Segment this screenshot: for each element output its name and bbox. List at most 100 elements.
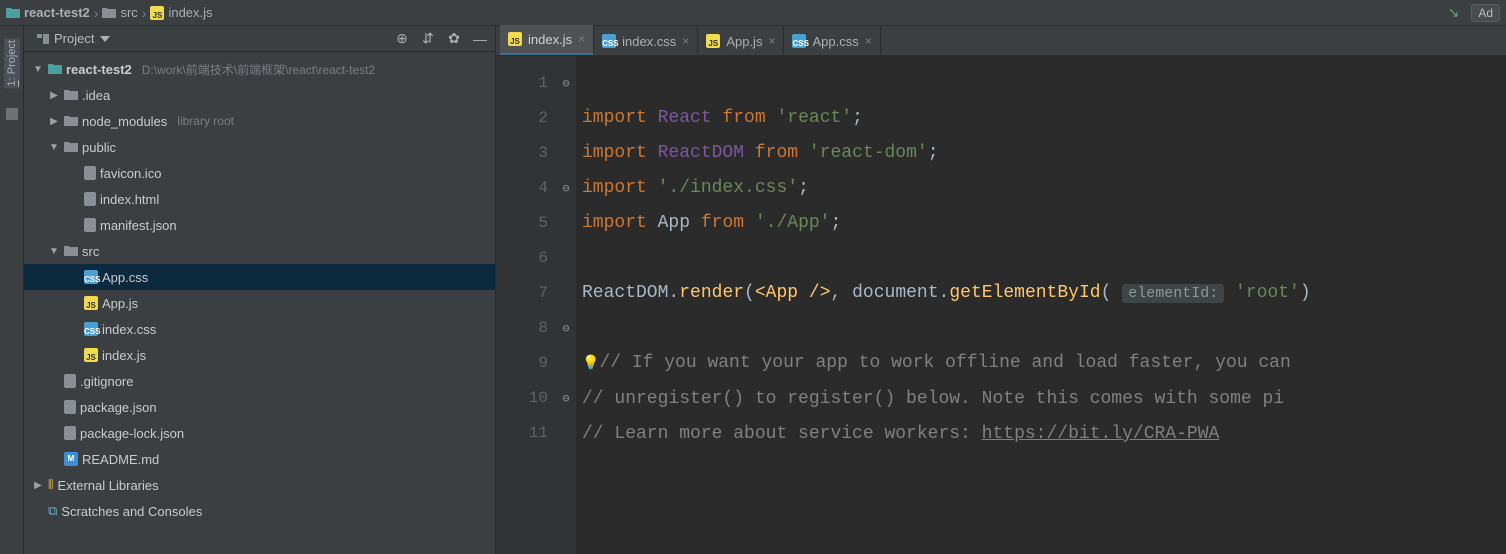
tab-label: App.css — [812, 34, 858, 49]
md-file-icon: M — [64, 452, 78, 466]
fold-gutter[interactable]: ⊖ ⊖ ⊖ ⊖ — [556, 56, 576, 554]
chevron-down-icon — [100, 36, 110, 42]
project-view-selector[interactable]: Project — [34, 31, 110, 46]
parameter-hint: elementId: — [1122, 284, 1224, 303]
tree-item-label: README.md — [82, 452, 159, 467]
tree-item-label: .gitignore — [80, 374, 133, 389]
tool-window-project[interactable]: 1: Project — [4, 38, 20, 88]
scratches-and-consoles[interactable]: ⧉ Scratches and Consoles — [24, 498, 495, 524]
css-file-icon: CSS — [84, 322, 98, 336]
tab-label: index.js — [528, 32, 572, 47]
folder-icon — [64, 141, 78, 153]
line-number: 7 — [496, 276, 548, 311]
tree-item[interactable]: .gitignore — [24, 368, 495, 394]
expand-toggle[interactable]: ▼ — [32, 64, 44, 75]
code-content[interactable]: import React from 'react'; import ReactD… — [576, 56, 1506, 554]
close-icon[interactable]: × — [578, 32, 585, 46]
expand-toggle[interactable]: ▼ — [48, 246, 60, 257]
file-icon — [84, 192, 96, 206]
tree-item[interactable]: ▶.idea — [24, 82, 495, 108]
chevron-right-icon: › — [94, 5, 99, 21]
add-config-button[interactable]: Ad — [1471, 4, 1500, 22]
line-number: 1 — [496, 66, 548, 101]
line-number: 3 — [496, 136, 548, 171]
folder-icon — [64, 89, 78, 101]
breadcrumb-item-file[interactable]: JS index.js — [150, 5, 212, 20]
line-number-gutter: 1234567891011 — [496, 56, 556, 554]
tree-item-label: External Libraries — [57, 478, 158, 493]
expand-toggle[interactable]: ▶ — [48, 90, 60, 101]
tree-item[interactable]: favicon.ico — [24, 160, 495, 186]
fold-marker[interactable]: ⊖ — [556, 66, 576, 101]
project-panel-title: Project — [54, 31, 94, 46]
close-icon[interactable]: × — [768, 34, 775, 48]
tree-item[interactable]: manifest.json — [24, 212, 495, 238]
editor-tab[interactable]: CSS App.css × — [784, 27, 880, 55]
folder-icon — [64, 115, 78, 127]
editor-tab[interactable]: JSApp.js× — [698, 27, 784, 55]
collapse-all-icon[interactable]: ⇵ — [419, 30, 437, 47]
tree-item-label: index.css — [102, 322, 156, 337]
tree-item[interactable]: ▼ public — [24, 134, 495, 160]
expand-toggle[interactable]: ▼ — [48, 142, 60, 153]
tree-item[interactable]: ▼ src — [24, 238, 495, 264]
css-file-icon: CSS — [792, 34, 806, 48]
fold-marker[interactable]: ⊖ — [556, 381, 576, 416]
tree-root[interactable]: ▼ react-test2 D:\work\前端技术\前端框架\react\re… — [24, 56, 495, 82]
file-icon — [64, 426, 76, 440]
line-number: 11 — [496, 416, 548, 451]
line-number: 9 — [496, 346, 548, 381]
tree-item[interactable]: index.html — [24, 186, 495, 212]
editor-tab[interactable]: JSindex.js× — [500, 25, 594, 55]
folder-icon — [64, 245, 78, 257]
breadcrumb: react-test2 › src › JS index.js ↘ Ad — [0, 0, 1506, 26]
tool-window-structure-icon[interactable] — [6, 108, 18, 120]
tree-item[interactable]: JSindex.js — [24, 342, 495, 368]
breadcrumb-item-root[interactable]: react-test2 — [6, 5, 90, 20]
editor-body[interactable]: 1234567891011 ⊖⊖⊖⊖ import React from 're… — [496, 56, 1506, 554]
chevron-right-icon: › — [142, 5, 147, 21]
tree-item-label: favicon.ico — [100, 166, 161, 181]
tree-item[interactable]: CSS index.css — [24, 316, 495, 342]
locate-icon[interactable]: ⊕ — [393, 30, 411, 47]
fold-marker — [556, 241, 576, 276]
external-libraries[interactable]: ▶ ⫴ External Libraries — [24, 472, 495, 498]
fold-marker — [556, 416, 576, 451]
project-tree[interactable]: ▼ react-test2 D:\work\前端技术\前端框架\react\re… — [24, 52, 495, 554]
editor-tab[interactable]: CSSindex.css× — [594, 27, 698, 55]
tree-item[interactable]: package.json — [24, 394, 495, 420]
tree-item[interactable]: package-lock.json — [24, 420, 495, 446]
tree-item-label: public — [82, 140, 116, 155]
js-file-icon: JS — [84, 296, 98, 310]
fold-marker[interactable]: ⊖ — [556, 311, 576, 346]
fold-marker[interactable]: ⊖ — [556, 171, 576, 206]
bulb-icon[interactable]: 💡 — [582, 356, 599, 372]
file-icon — [64, 400, 76, 414]
line-number: 4 — [496, 171, 548, 206]
close-icon[interactable]: × — [865, 34, 872, 48]
expand-toggle[interactable]: ▶ — [48, 116, 60, 127]
tree-item[interactable]: JSApp.js — [24, 290, 495, 316]
tree-root-path: D:\work\前端技术\前端框架\react\react-test2 — [142, 61, 375, 78]
tree-item-label: App.css — [102, 270, 148, 285]
breadcrumb-item-src[interactable]: src — [102, 5, 137, 20]
file-icon — [64, 374, 76, 388]
hide-panel-icon[interactable]: — — [471, 31, 489, 47]
tree-item[interactable]: CSS App.css — [24, 264, 495, 290]
tree-root-name: react-test2 — [66, 62, 132, 77]
line-number: 5 — [496, 206, 548, 241]
js-file-icon: JS — [84, 348, 98, 362]
tree-item-label: src — [82, 244, 99, 259]
project-panel: Project ⊕ ⇵ ✿ — ▼ react-test2 D:\work\前端… — [24, 26, 496, 554]
line-number: 8 — [496, 311, 548, 346]
build-icon[interactable]: ↘ — [1448, 4, 1460, 21]
gear-icon[interactable]: ✿ — [445, 30, 463, 47]
editor-tabs: JSindex.js×CSSindex.css×JSApp.js×CSSApp.… — [496, 26, 1506, 56]
tree-item[interactable]: ▶node_moduleslibrary root — [24, 108, 495, 134]
line-number: 10 — [496, 381, 548, 416]
css-file-icon: CSS — [84, 270, 98, 284]
expand-toggle[interactable]: ▶ — [32, 480, 44, 491]
close-icon[interactable]: × — [682, 34, 689, 48]
tree-item-label: node_modules — [82, 114, 167, 129]
tree-item[interactable]: M README.md — [24, 446, 495, 472]
